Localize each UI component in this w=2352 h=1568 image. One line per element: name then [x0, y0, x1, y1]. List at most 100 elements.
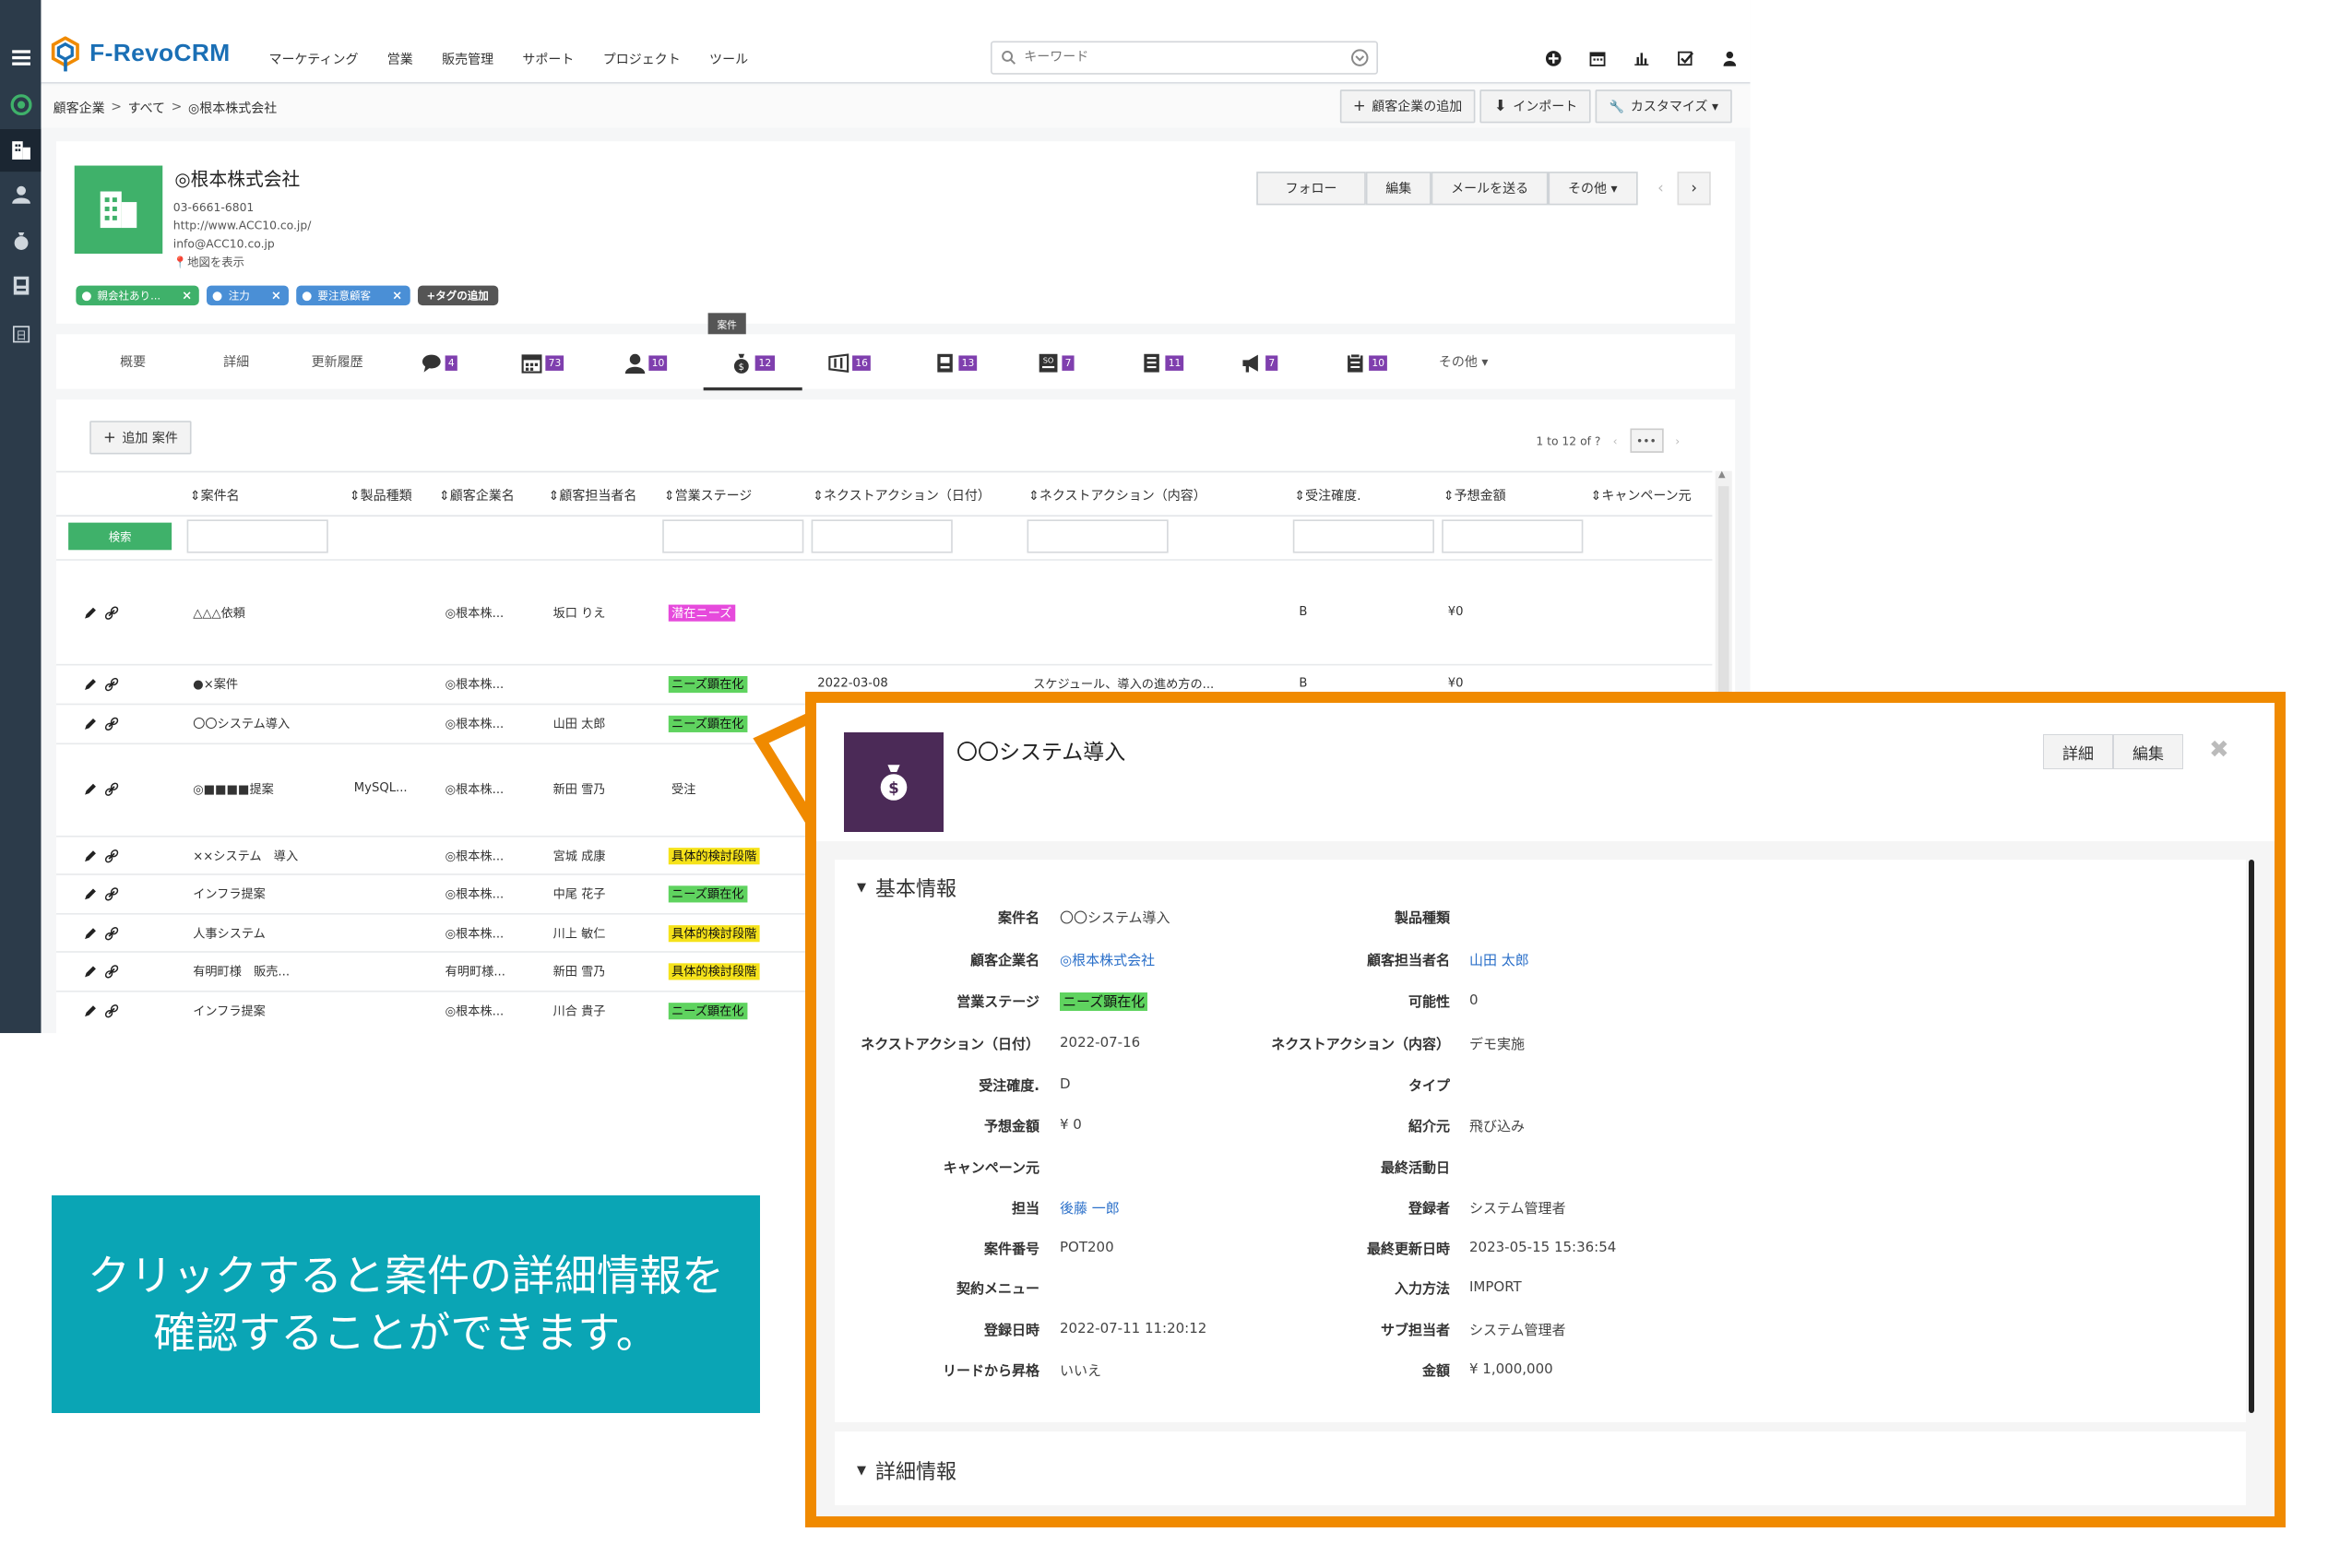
popup-detail-button[interactable]: 詳細 — [2043, 734, 2113, 769]
search-input[interactable] — [1024, 50, 1351, 65]
cell-name[interactable]: ××システム 導入 — [193, 848, 298, 864]
menu-toggle-icon[interactable] — [0, 37, 41, 79]
col-campaign[interactable]: ⇕キャンペーン元 — [1591, 486, 1692, 504]
cell-account[interactable]: ◎根本株... — [445, 716, 505, 732]
cell-contact[interactable]: 川合 貴子 — [553, 1003, 606, 1019]
col-probability[interactable]: ⇕受注確度. — [1294, 486, 1360, 504]
customize-button[interactable]: 🔧 カスタマイズ ▾ — [1596, 89, 1732, 124]
link-icon[interactable] — [104, 1004, 124, 1019]
cell-contact[interactable]: 新田 雪乃 — [553, 963, 606, 980]
cell-account[interactable]: ◎根本株... — [445, 1003, 505, 1019]
cell-name[interactable]: 〇〇システム導入 — [193, 716, 290, 732]
prev-record-icon[interactable]: ‹ — [1644, 172, 1677, 205]
popup-edit-button[interactable]: 編集 — [2113, 734, 2183, 769]
cell-contact[interactable]: 中尾 花子 — [553, 885, 606, 902]
tab-salesorders[interactable]: SO 7 — [1038, 352, 1075, 374]
nav-marketing[interactable]: マーケティング — [269, 50, 359, 68]
popup-scrollbar[interactable] — [2249, 860, 2254, 1413]
nav-tools[interactable]: ツール — [709, 50, 748, 68]
add-potential-button[interactable]: + 追加 案件 — [89, 421, 192, 455]
cell-contact[interactable]: 宮城 成康 — [553, 848, 606, 864]
tab-contacts[interactable]: 10 — [624, 352, 668, 374]
link-icon[interactable] — [104, 927, 124, 942]
nav-support[interactable]: サポート — [522, 50, 574, 68]
add-tag-button[interactable]: +タグの追加 — [417, 285, 498, 306]
prev-page-icon[interactable]: ‹ — [1613, 434, 1618, 447]
record-email[interactable]: info@ACC10.co.jp — [173, 235, 312, 254]
potentials-icon[interactable] — [0, 219, 41, 261]
next-page-icon[interactable]: › — [1675, 434, 1680, 447]
cell-contact[interactable]: 坂口 りえ — [553, 605, 606, 622]
add-account-button[interactable]: + 顧客企業の追加 — [1339, 89, 1477, 124]
cell-account[interactable]: ◎根本株... — [445, 848, 505, 864]
edit-pencil-icon[interactable] — [84, 965, 102, 980]
next-record-icon[interactable]: › — [1677, 172, 1711, 206]
table-row[interactable]: △△△依頼 ◎根本株... 坂口 りえ 潜在ニーズ B ¥0 — [55, 559, 1713, 665]
cell-account[interactable]: ◎根本株... — [445, 925, 505, 942]
cell-account[interactable]: ◎根本株... — [445, 781, 505, 798]
link-icon[interactable] — [104, 965, 124, 980]
cell-name[interactable]: △△△依頼 — [193, 605, 245, 622]
close-icon[interactable]: ✖ — [2209, 736, 2229, 764]
tab-details[interactable]: 詳細 — [223, 352, 249, 370]
tag-item[interactable]: 親会社あり... × — [76, 285, 200, 306]
col-account[interactable]: ⇕顧客企業名 — [439, 486, 515, 504]
tab-summary[interactable]: 概要 — [120, 352, 146, 370]
breadcrumb-accounts[interactable]: 顧客企業 — [53, 99, 105, 116]
link-icon[interactable] — [104, 887, 124, 902]
tab-comments[interactable]: 4 — [421, 352, 458, 374]
cell-contact[interactable]: 新田 雪乃 — [553, 781, 606, 798]
filter-content-input[interactable] — [1027, 519, 1169, 553]
send-email-button[interactable]: メールを送る — [1431, 172, 1549, 206]
tab-more[interactable]: その他 ▾ — [1439, 352, 1489, 370]
reports-icon[interactable] — [1630, 47, 1651, 68]
calendar-icon[interactable] — [1586, 47, 1608, 68]
nav-inventory[interactable]: 販売管理 — [442, 50, 493, 68]
record-website[interactable]: http://www.ACC10.co.jp/ — [173, 218, 312, 236]
filter-stage-input[interactable] — [662, 519, 804, 553]
link-icon[interactable] — [104, 849, 124, 864]
follow-button[interactable]: フォロー — [1256, 172, 1366, 206]
cell-contact[interactable]: 山田 太郎 — [553, 716, 606, 732]
col-contact[interactable]: ⇕顧客担当者名 — [549, 486, 637, 504]
field-value[interactable]: ◎根本株式会社 — [1060, 950, 1155, 969]
cell-name[interactable]: インフラ提案 — [193, 1003, 266, 1019]
breadcrumb-all[interactable]: すべて — [128, 99, 165, 116]
record-map[interactable]: 📍地図を表示 — [173, 254, 312, 272]
filter-name-input[interactable] — [186, 519, 328, 553]
edit-pencil-icon[interactable] — [84, 927, 102, 942]
tab-documents[interactable]: 13 — [934, 352, 978, 374]
cell-name[interactable]: 有明町様 販売... — [193, 963, 290, 980]
logo[interactable]: F-RevoCRM — [50, 36, 230, 74]
cell-account[interactable]: ◎根本株... — [445, 885, 505, 902]
cell-name[interactable]: インフラ提案 — [193, 885, 266, 902]
contacts-icon[interactable] — [0, 173, 41, 216]
tab-campaigns[interactable]: 7 — [1241, 352, 1278, 374]
col-next-content[interactable]: ⇕ネクストアクション（内容） — [1028, 486, 1206, 504]
field-value[interactable]: 山田 太郎 — [1469, 950, 1529, 969]
basic-info-toggle[interactable]: ▼ 基本情報 — [857, 873, 956, 902]
tab-potentials[interactable]: $ 12 — [703, 352, 802, 391]
quick-create-icon[interactable] — [1542, 47, 1563, 68]
cell-name[interactable]: ●×案件 — [193, 676, 238, 693]
tasks-icon[interactable] — [1674, 47, 1695, 68]
link-icon[interactable] — [104, 717, 124, 731]
chevron-down-icon[interactable] — [1350, 49, 1369, 67]
edit-button[interactable]: 編集 — [1365, 172, 1431, 206]
edit-pencil-icon[interactable] — [84, 678, 102, 693]
tab-notes[interactable]: 10 — [1345, 352, 1388, 374]
detail-info-toggle[interactable]: ▼ 詳細情報 — [857, 1455, 956, 1485]
edit-pencil-icon[interactable] — [84, 782, 102, 797]
tag-item[interactable]: 注力 × — [207, 285, 290, 306]
nav-sales[interactable]: 営業 — [387, 50, 413, 68]
cell-account[interactable]: ◎根本株... — [445, 605, 505, 622]
col-amount[interactable]: ⇕予想金額 — [1443, 486, 1506, 504]
edit-pencil-icon[interactable] — [84, 606, 102, 621]
link-icon[interactable] — [104, 677, 124, 693]
import-button[interactable]: ⬇ インポート — [1480, 89, 1592, 124]
filter-amount-input[interactable] — [1442, 519, 1584, 553]
tag-item[interactable]: 要注意顧客 × — [296, 285, 410, 306]
documents-icon[interactable] — [0, 265, 41, 307]
col-name[interactable]: ⇕案件名 — [190, 486, 240, 504]
tab-activities[interactable]: 73 — [521, 352, 564, 374]
